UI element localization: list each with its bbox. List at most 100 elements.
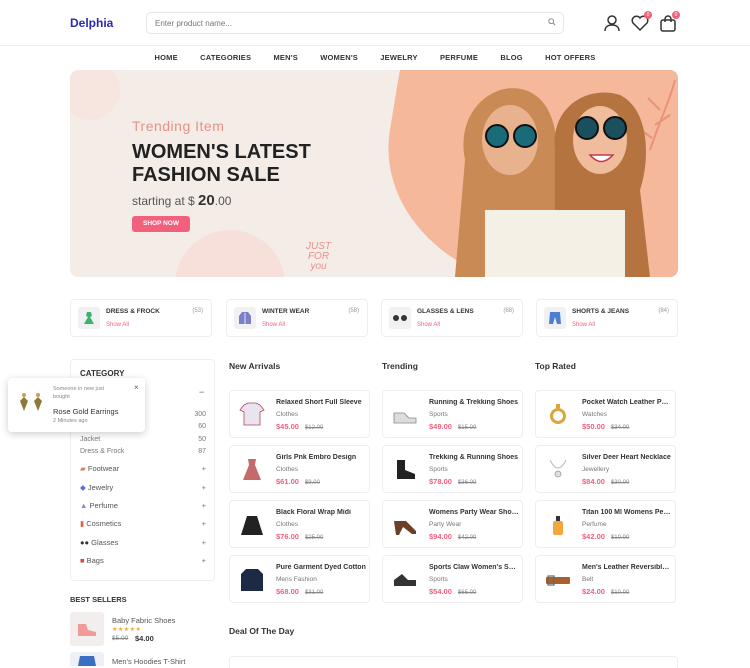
product-card[interactable]: Sports Claw Women's Shoes Sports $54.00 $65…	[382, 555, 523, 603]
collapse-icon[interactable]: −	[199, 387, 204, 397]
hero-banner: Trending Item WOMEN'S LATEST FASHION SAL…	[70, 70, 678, 277]
product-name[interactable]: Girls Pnk Embro Design	[276, 454, 366, 461]
category-card-glasses[interactable]: GLASSES & LENS (68) Show All	[381, 299, 523, 337]
product-price: $42.00 $10.00	[582, 532, 629, 541]
product-category: Clothes	[276, 411, 299, 418]
sidebar-item-perfume[interactable]: ▲ Perfume +	[80, 501, 206, 510]
product-card[interactable]: Pure Garment Dyed Cotton Mens Fashion $68.…	[229, 555, 370, 603]
product-name[interactable]: Black Floral Wrap Midi	[276, 509, 366, 516]
product-card[interactable]: Womens Party Wear Shoes Party Wear $94.00 $…	[382, 500, 523, 548]
perfume-icon: ▲	[80, 501, 88, 510]
product-card[interactable]: Girls Pnk Embro Design Clothes $61.00 $9.00	[229, 445, 370, 493]
show-all-link[interactable]: Show All	[417, 322, 440, 328]
expand-icon[interactable]: +	[202, 519, 206, 528]
sidebar-sub-jacket[interactable]: Jacket 50	[80, 436, 206, 443]
shirt-icon	[238, 401, 266, 429]
product-name[interactable]: Silver Deer Heart Necklace	[582, 454, 672, 461]
skirt-icon	[238, 511, 266, 539]
best-seller-name[interactable]: Baby Fabric Shoes	[112, 616, 175, 625]
nav-home[interactable]: HOME	[155, 53, 178, 62]
jacket-icon	[238, 566, 266, 594]
product-name[interactable]: Sports Claw Women's Shoes	[429, 564, 519, 571]
search-input[interactable]	[146, 12, 564, 34]
perfume-icon	[544, 511, 572, 539]
category-count: (84)	[658, 308, 669, 314]
category-card-dress[interactable]: DRESS & FROCK (53) Show All	[70, 299, 212, 337]
best-seller-name[interactable]: Men's Hoodies T-Shirt	[112, 657, 185, 666]
nav-blog[interactable]: BLOG	[500, 53, 522, 62]
close-icon[interactable]: ×	[134, 383, 139, 392]
expand-icon[interactable]: +	[202, 464, 206, 473]
sidebar-item-label: Bags	[86, 556, 104, 565]
old-price: $42.00	[457, 535, 477, 541]
search-icon[interactable]	[548, 18, 556, 26]
product-card[interactable]: Running & Trekking Shoes Sports $49.00 $15.…	[382, 390, 523, 438]
category-count: (53)	[192, 308, 203, 314]
sidebar-item-glasses[interactable]: ●● Glasses +	[80, 538, 206, 547]
lipstick-icon: ▮	[80, 519, 85, 528]
old-price: $9.00	[304, 480, 320, 486]
current-price: $24.00	[582, 587, 605, 596]
product-card[interactable]: Relaxed Short Full Sleeve Clothes $45.00 $1…	[229, 390, 370, 438]
old-price: $31.00	[304, 590, 324, 596]
nav-jewelry[interactable]: JEWELRY	[380, 53, 417, 62]
current-price: $94.00	[429, 532, 452, 541]
product-name[interactable]: Running & Trekking Shoes	[429, 399, 519, 406]
nav-hot-offers[interactable]: HOT OFFERS	[545, 53, 595, 62]
sub-count: 87	[198, 448, 206, 455]
just-for-you-sticker: JUST FOR you	[306, 242, 331, 272]
show-all-link[interactable]: Show All	[572, 322, 595, 328]
current-price: $54.00	[429, 587, 452, 596]
hoodie-image	[70, 652, 104, 666]
product-name[interactable]: Titan 100 Ml Womens Perfume	[582, 509, 672, 516]
category-name: GLASSES & LENS	[417, 308, 474, 315]
product-name[interactable]: Pure Garment Dyed Cotton	[276, 564, 366, 571]
sidebar-item-cosmetics[interactable]: ▮ Cosmetics +	[80, 519, 206, 528]
expand-icon[interactable]: +	[202, 556, 206, 565]
current-price: $45.00	[276, 422, 299, 431]
product-card[interactable]: Trekking & Running Shoes Sports $78.00 $36.…	[382, 445, 523, 493]
product-price: $54.00 $65.00	[429, 587, 476, 596]
nav-categories[interactable]: CATEGORIES	[200, 53, 251, 62]
show-all-link[interactable]: Show All	[106, 322, 129, 328]
models-photo	[455, 88, 650, 277]
product-card[interactable]: Black Floral Wrap Midi Clothes $76.00 $25.0…	[229, 500, 370, 548]
necklace-icon	[544, 456, 572, 484]
popup-product[interactable]: Rose Gold Earrings	[53, 407, 118, 416]
logo[interactable]: Delphia	[70, 16, 113, 30]
popup-line1: Someone in new just	[53, 386, 105, 392]
product-name[interactable]: Pocket Watch Leather Pouch	[582, 399, 672, 406]
user-icon[interactable]	[603, 14, 621, 32]
product-name[interactable]: Womens Party Wear Shoes	[429, 509, 519, 516]
sticker-line3: you	[310, 261, 327, 272]
expand-icon[interactable]: +	[202, 501, 206, 510]
sidebar-sub-dress[interactable]: Dress & Frock 87	[80, 448, 206, 455]
product-card[interactable]: Titan 100 Ml Womens Perfume Perfume $42.00…	[535, 500, 676, 548]
price-main: 20	[198, 192, 215, 209]
sidebar-item-jewelry[interactable]: ◆ Jewelry +	[80, 483, 206, 492]
rating-stars: ★★★★★	[112, 627, 142, 633]
category-card-shorts[interactable]: SHORTS & JEANS (84) Show All	[536, 299, 678, 337]
product-name[interactable]: Trekking & Running Shoes	[429, 454, 519, 461]
product-card[interactable]: Pocket Watch Leather Pouch Watches $50.00 $…	[535, 390, 676, 438]
product-card[interactable]: Silver Deer Heart Necklace Jewellery $84.0…	[535, 445, 676, 493]
glasses-icon	[389, 307, 411, 329]
product-name[interactable]: Relaxed Short Full Sleeve	[276, 399, 366, 406]
show-all-link[interactable]: Show All	[262, 322, 285, 328]
current-price: $42.00	[582, 532, 605, 541]
shop-now-button[interactable]: SHOP NOW	[132, 216, 190, 232]
old-price: $10.00	[610, 590, 630, 596]
nav-womens[interactable]: WOMEN'S	[320, 53, 358, 62]
sub-count: 60	[198, 423, 206, 430]
product-card[interactable]: Men's Leather Reversible Belt Belt $24.00 $…	[535, 555, 676, 603]
nav-mens[interactable]: MEN'S	[273, 53, 297, 62]
nav-perfume[interactable]: PERFUME	[440, 53, 478, 62]
expand-icon[interactable]: +	[202, 538, 206, 547]
coat-icon	[234, 307, 256, 329]
expand-icon[interactable]: +	[202, 483, 206, 492]
running-shoe-icon	[391, 566, 419, 594]
sidebar-item-footwear[interactable]: ▰ Footwear +	[80, 464, 206, 473]
sidebar-item-bags[interactable]: ■ Bags +	[80, 556, 206, 565]
category-card-winter[interactable]: WINTER WEAR (58) Show All	[226, 299, 368, 337]
product-name[interactable]: Men's Leather Reversible Belt	[582, 564, 672, 571]
